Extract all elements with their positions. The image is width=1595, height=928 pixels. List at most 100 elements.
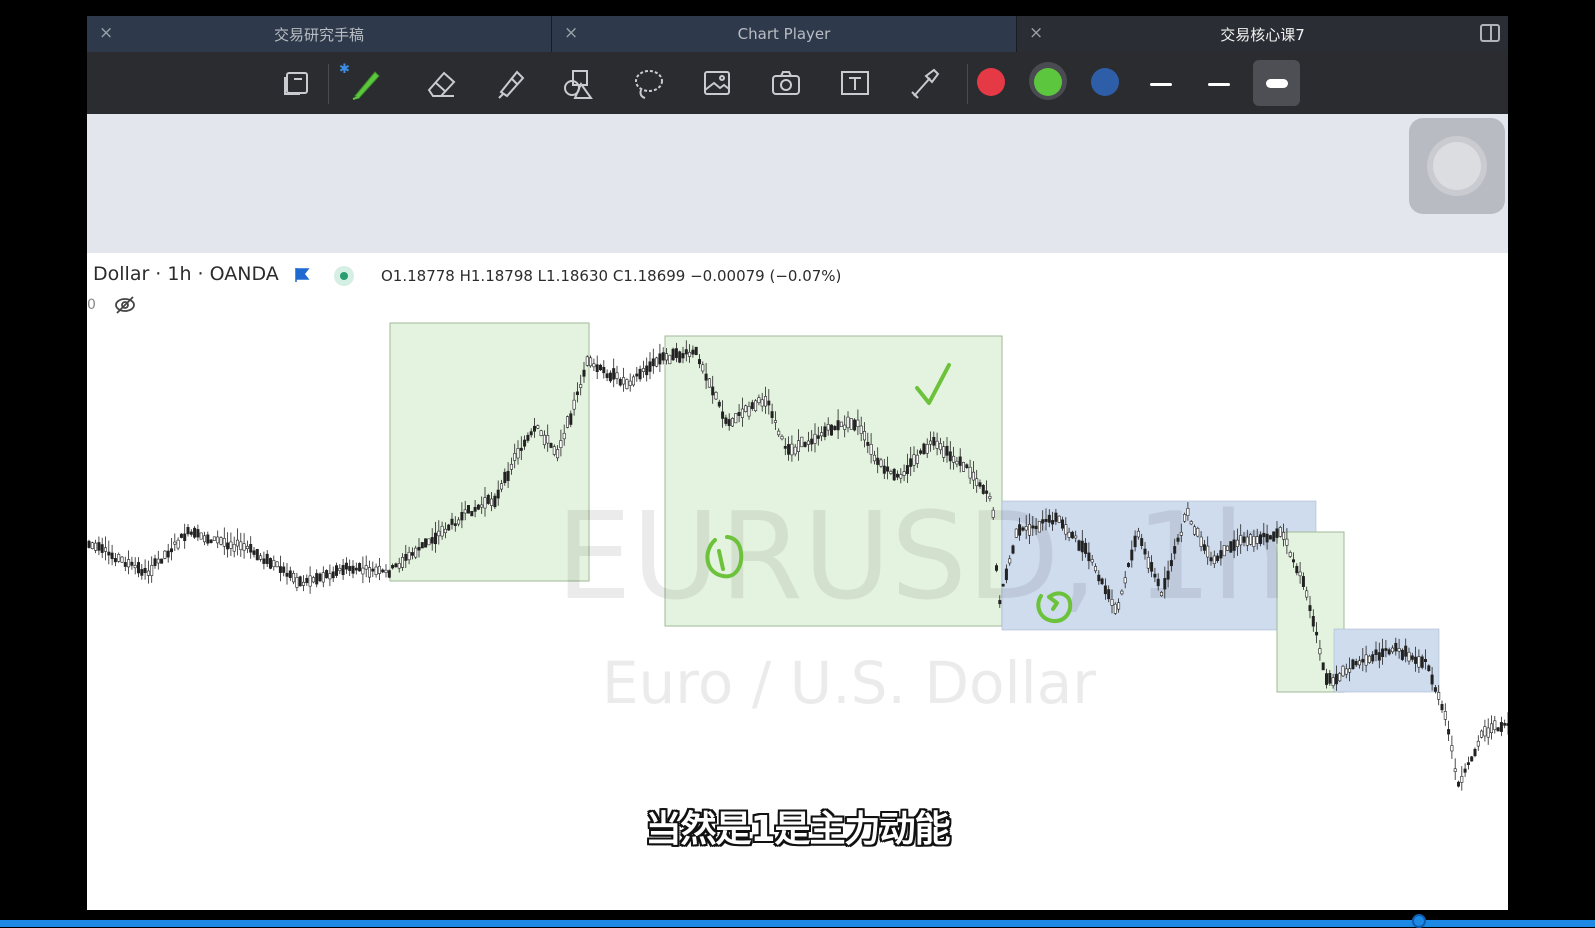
candle-body [1107,589,1111,600]
scale-fragment: 0 [87,297,96,313]
candle-body [813,433,817,444]
candle-body [1450,745,1454,752]
candle-body [1103,585,1107,595]
candle-body [549,442,553,448]
candle-body [170,548,174,553]
candle-body [681,353,685,359]
candle-body [269,558,273,569]
page-layout-icon[interactable] [275,62,317,104]
candle-body [150,564,154,576]
candle-body [823,426,827,438]
candle-body [968,466,972,479]
candle-body [1054,512,1058,522]
watermark-symbol: EURUSD, 1h [556,488,1288,627]
candle-body [859,425,863,434]
color-swatch-green[interactable] [1034,68,1062,96]
laser-pointer-icon[interactable] [904,62,946,104]
close-icon[interactable]: × [1029,24,1043,42]
app-window: × 交易研究手稿 × Chart Player × 交易核心课7 ✱ EURUS… [87,16,1508,910]
candle-body [744,405,748,412]
stroke-width-thin[interactable] [1150,83,1172,86]
candle-body [219,537,223,545]
stroke-width-medium[interactable] [1208,83,1230,86]
candle-body [892,468,896,481]
candle-body [1245,536,1249,546]
split-view-icon[interactable] [1480,24,1500,42]
highlighter-icon[interactable] [489,62,531,104]
candle-body [371,568,375,572]
candle-body [173,541,177,545]
tab-chart-player[interactable]: × Chart Player [552,16,1017,52]
candle-body [532,425,536,432]
candle-body [1275,528,1279,538]
candle-body [684,349,688,355]
candle-body [961,462,965,472]
candle-body [216,536,220,544]
candle-body [572,399,576,410]
candle-body [602,366,606,374]
lasso-icon[interactable] [627,62,669,104]
candle-body [585,356,589,366]
candle-body [1397,648,1401,652]
eraser-icon[interactable] [420,62,462,104]
candle-body [384,569,388,573]
candle-body [1443,711,1447,720]
camera-icon[interactable] [765,62,807,104]
video-progress-knob[interactable] [1412,914,1426,928]
candle-body [506,470,510,481]
candle-body [90,542,94,549]
candle-body [1150,562,1154,572]
candle-body [935,440,939,449]
candle-body [1490,723,1494,734]
candle-body [1325,673,1329,685]
pen-icon[interactable] [345,62,387,104]
candle-body [1424,659,1428,662]
image-icon[interactable] [696,62,738,104]
candle-body [1420,656,1424,668]
candle-body [958,456,962,466]
candle-body [1437,692,1441,700]
candle-body [1476,740,1480,747]
candle-body [410,552,414,556]
tab-core-lesson[interactable]: × 交易核心课7 [1017,16,1508,52]
candle-body [1014,528,1018,538]
flag-icon[interactable] [294,267,310,283]
candle-body [816,435,820,439]
symbol-label: Dollar · 1h · OANDA [93,263,279,285]
candle-body [295,577,299,588]
hide-indicators-eye-icon[interactable] [113,295,137,315]
candle-body [714,392,718,400]
candle-body [361,567,365,575]
candle-body [400,557,404,568]
candle-body [490,498,494,506]
assistive-touch-button[interactable] [1409,118,1505,214]
candle-body [1278,527,1282,537]
candle-body [998,600,1002,605]
candle-body [618,378,622,386]
candle-body [470,510,474,517]
text-box-icon[interactable] [834,62,876,104]
candle-body [430,537,434,544]
candle-body [447,524,451,531]
candle-body [1110,599,1114,606]
candle-body [1288,552,1292,557]
candle-body [1272,531,1276,542]
candle-body [671,348,675,361]
candle-body [991,509,995,518]
toolbar-divider [967,64,968,104]
candle-body [87,540,91,548]
close-icon[interactable]: × [99,24,113,42]
candle-body [688,351,692,357]
candle-body [1001,583,1005,587]
color-swatch-red[interactable] [977,68,1005,96]
candle-body [466,505,470,514]
color-swatch-blue[interactable] [1091,68,1119,96]
stroke-width-thick[interactable] [1266,79,1288,88]
close-icon[interactable]: × [564,24,578,42]
candle-body [978,482,982,487]
candle-body [919,450,923,454]
tab-research-notes[interactable]: × 交易研究手稿 [87,16,552,52]
candle-body [622,377,626,385]
shapes-icon[interactable] [557,62,599,104]
video-progress-bar[interactable] [0,920,1595,927]
